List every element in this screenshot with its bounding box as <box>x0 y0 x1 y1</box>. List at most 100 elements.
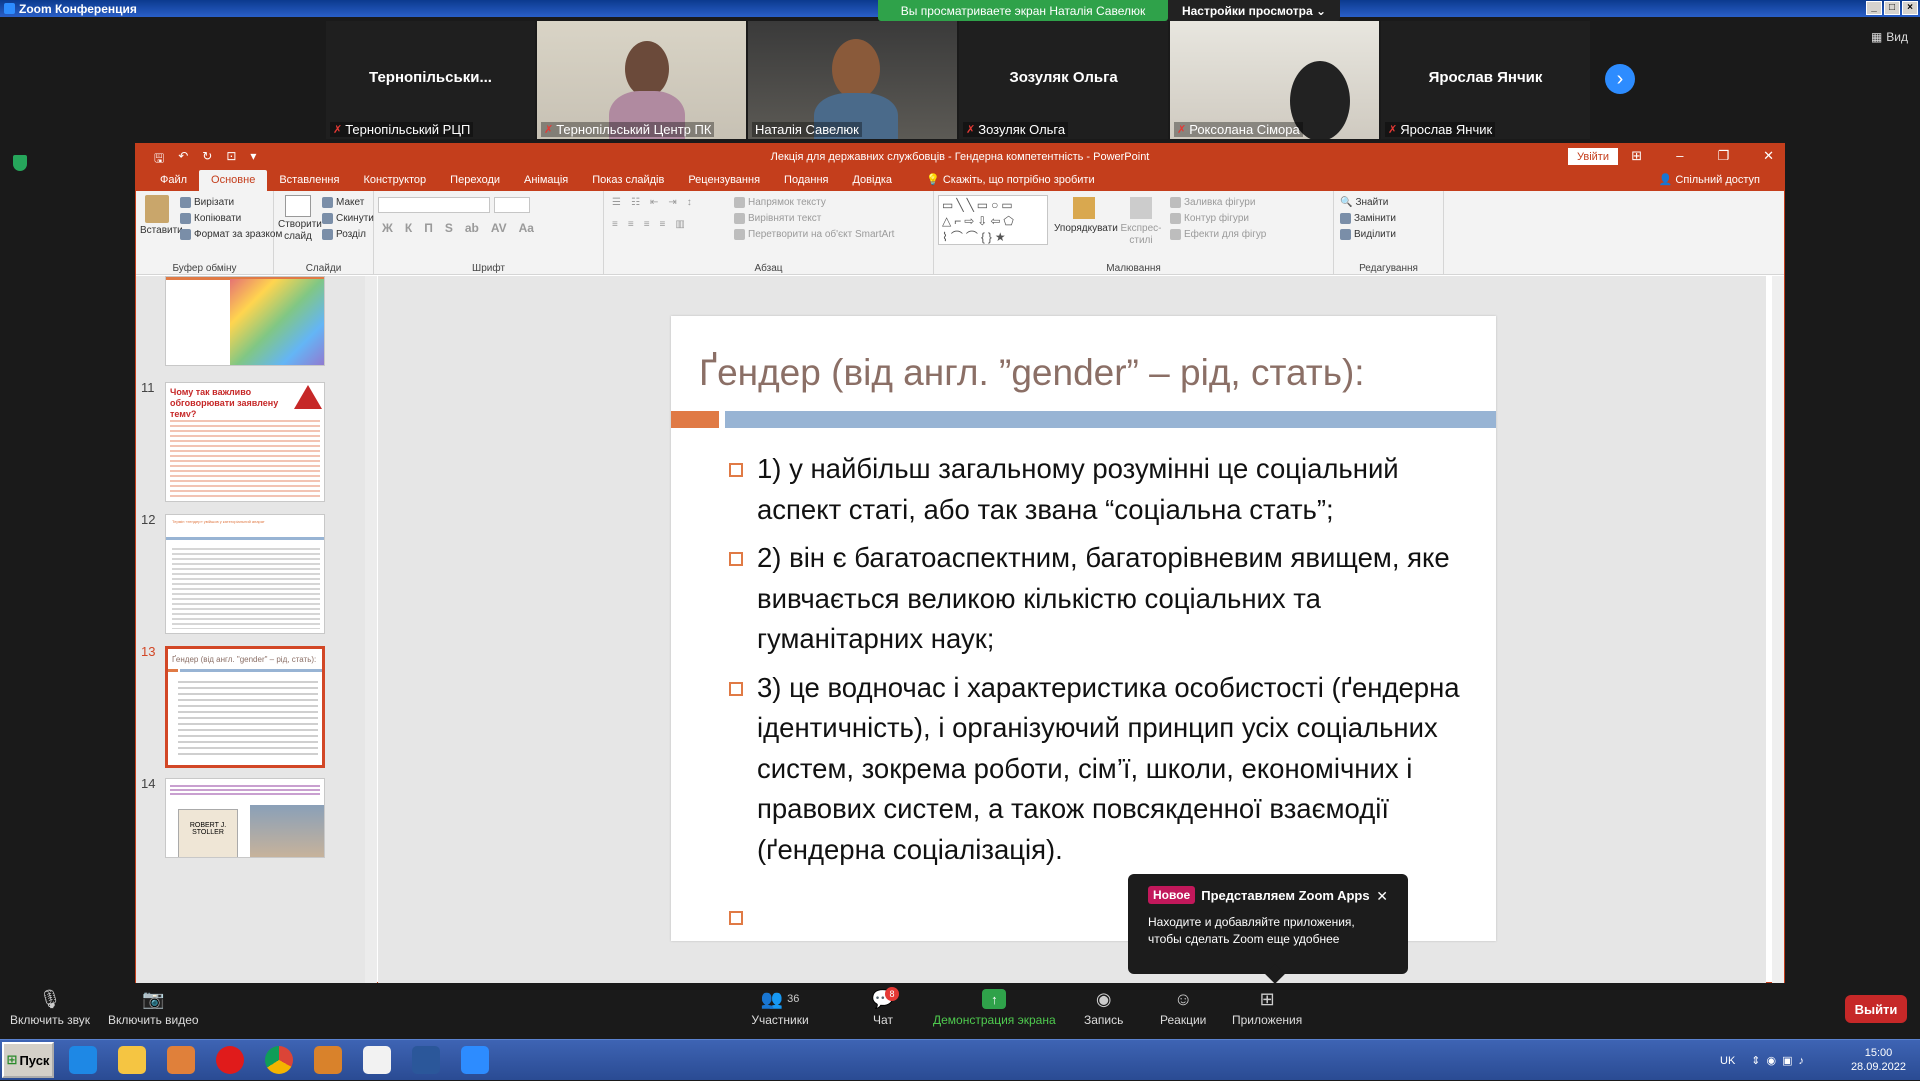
windows-taskbar: ⊞ Пуск UK ⇕◉▣♪ 15:00 28.09.2022 <box>0 1039 1920 1080</box>
chat-button[interactable]: 💬 8 Чат <box>871 987 899 1027</box>
slide-scrollbar[interactable] <box>1772 276 1784 984</box>
minimize-button[interactable]: _ <box>1866 1 1882 15</box>
leave-meeting-button[interactable]: Выйти <box>1845 995 1907 1023</box>
paste-icon <box>145 195 169 223</box>
redo-icon[interactable]: ↻ <box>202 149 212 170</box>
tab-animations[interactable]: Анімація <box>512 170 580 191</box>
find-button[interactable]: 🔍 Знайти <box>1340 197 1388 208</box>
media-player-icon <box>167 1046 195 1074</box>
taskbar-ie[interactable] <box>63 1042 103 1078</box>
taskbar-explorer[interactable] <box>112 1042 152 1078</box>
tab-insert[interactable]: Вставлення <box>267 170 351 191</box>
clock[interactable]: 15:00 28.09.2022 <box>1851 1046 1906 1074</box>
tab-review[interactable]: Рецензування <box>676 170 772 191</box>
taskbar-file[interactable] <box>357 1042 397 1078</box>
undo-icon[interactable]: ↶ <box>178 149 188 170</box>
tab-file[interactable]: Файл <box>148 170 199 191</box>
tab-slideshow[interactable]: Показ слайдів <box>580 170 676 191</box>
thumbnails-scrollbar[interactable] <box>365 276 377 984</box>
next-page-arrow-icon[interactable]: › <box>1605 64 1635 94</box>
slide-thumbnail-10[interactable] <box>165 276 325 366</box>
zoom-logo-icon <box>4 3 15 14</box>
quick-styles-button[interactable]: Експрес-стилі <box>1116 197 1166 247</box>
view-button[interactable]: ▦ Вид <box>1871 30 1908 44</box>
new-slide-button[interactable]: Створити слайд <box>278 195 322 243</box>
slide-bullet-list[interactable]: 1) у найбільш загальному розумінні це со… <box>729 449 1479 878</box>
participant-tile[interactable]: Зозуляк Ольга ✗ Зозуляк Ольга <box>959 21 1168 139</box>
shape-outline-button[interactable]: Контур фігури <box>1170 213 1249 224</box>
reactions-button[interactable]: ☺ Реакции <box>1160 989 1206 1028</box>
slide-thumbnail-12[interactable]: Термін «гендер» увійшов у категоріальний… <box>165 514 325 634</box>
slide-thumbnail-13-selected[interactable]: Ґендер (від англ. "gender" – рід, стать)… <box>165 646 325 768</box>
shapes-gallery[interactable]: ▭╲╲▭○▭ △⌐⇨⇩⇦⬠ ⌇⌒⌒{}★ <box>938 195 1048 245</box>
text-direction-icon <box>734 197 745 208</box>
align-buttons[interactable]: ≡ ≡ ≡ ≡ ▥ <box>612 219 685 230</box>
slide-title[interactable]: Ґендер (від англ. ”gender” – рід, стать)… <box>699 352 1365 394</box>
tab-home[interactable]: Основне <box>199 170 268 191</box>
section-button[interactable]: Розділ <box>322 229 366 240</box>
text-direction-button[interactable]: Напрямок тексту <box>734 197 826 208</box>
customize-qat-icon[interactable]: ▾ <box>250 149 256 170</box>
tab-help[interactable]: Довідка <box>840 170 904 191</box>
view-settings-button[interactable]: Настройки просмотра ⌄ <box>1168 0 1340 21</box>
start-button[interactable]: ⊞ Пуск <box>2 1042 54 1078</box>
close-button[interactable]: × <box>1902 1 1918 15</box>
quick-access-toolbar: 🖫 ↶ ↻ ⊡ ▾ <box>154 149 256 170</box>
slide-thumbnail-11[interactable]: Чому так важливо обговорювати заявлену т… <box>165 382 325 502</box>
unmute-button[interactable]: 🎙 Включить звук <box>10 989 90 1028</box>
select-button[interactable]: Виділити <box>1340 229 1396 240</box>
participant-tile-active[interactable]: Наталія Савелюк <box>748 21 957 139</box>
taskbar-opera[interactable] <box>210 1042 250 1078</box>
maximize-button[interactable]: □ <box>1884 1 1900 15</box>
list-buttons[interactable]: ☰ ☷ ⇤ ⇥ ↕ <box>612 197 692 208</box>
record-button[interactable]: ◉ Запись <box>1084 989 1123 1028</box>
signin-button[interactable]: Увійти <box>1568 148 1618 165</box>
font-size-field[interactable] <box>494 197 530 213</box>
tell-me-search[interactable]: 💡 Скажіть, що потрібно зробити <box>914 169 1107 191</box>
taskbar-app[interactable] <box>308 1042 348 1078</box>
replace-button[interactable]: Замінити <box>1340 213 1396 224</box>
tray-icons[interactable]: ⇕◉▣♪ <box>1751 1054 1810 1067</box>
layout-button[interactable]: Макет <box>322 197 364 208</box>
participant-tile[interactable]: ✗ Тернопільський Центр ПК <box>537 21 746 139</box>
scissors-icon <box>180 197 191 208</box>
arrange-button[interactable]: Упорядкувати <box>1054 197 1118 235</box>
current-slide[interactable]: Ґендер (від англ. ”gender” – рід, стать)… <box>671 316 1496 941</box>
share-screen-button[interactable]: ↑ Демонстрация экрана <box>933 989 1056 1027</box>
tab-design[interactable]: Конструктор <box>351 170 438 191</box>
restore-icon[interactable]: ❐ <box>1717 148 1729 164</box>
copy-button[interactable]: Копіювати <box>180 213 241 224</box>
participant-tile[interactable]: Тернопільськи... ✗ Тернопільський РЦП <box>326 21 535 139</box>
start-slideshow-icon[interactable]: ⊡ <box>226 149 236 170</box>
font-name-field[interactable] <box>378 197 490 213</box>
slide-thumbnail-14[interactable]: ROBERT J. STOLLER <box>165 778 325 858</box>
start-video-button[interactable]: 📷 Включить видео <box>108 989 199 1028</box>
paste-button[interactable]: Вставити <box>140 195 183 237</box>
taskbar-zoom[interactable] <box>455 1042 495 1078</box>
taskbar-media[interactable] <box>161 1042 201 1078</box>
participants-button[interactable]: 👥 36 Участники <box>750 989 810 1028</box>
close-icon[interactable]: ✕ <box>1763 148 1774 164</box>
apps-button[interactable]: ⊞ Приложения <box>1232 989 1302 1028</box>
align-text-button[interactable]: Вирівняти текст <box>734 213 821 224</box>
tab-transitions[interactable]: Переходи <box>438 170 512 191</box>
cut-button[interactable]: Вирізати <box>180 197 234 208</box>
font-format-buttons[interactable]: Ж К П Sab AV Aa <box>382 221 534 235</box>
participant-tile[interactable]: ✗ Роксолана Сімора <box>1170 21 1379 139</box>
language-indicator[interactable]: UK <box>1720 1055 1735 1067</box>
ribbon-display-icon[interactable]: ⊞ <box>1631 148 1642 164</box>
save-icon[interactable]: 🖫 <box>154 149 164 170</box>
reset-button[interactable]: Скинути <box>322 213 374 224</box>
shape-fill-button[interactable]: Заливка фігури <box>1170 197 1255 208</box>
minimize-icon[interactable]: – <box>1676 148 1683 164</box>
format-painter-button[interactable]: Формат за зразком <box>180 229 282 240</box>
smartart-button[interactable]: Перетворити на об'єкт SmartArt <box>734 229 894 240</box>
participant-tile[interactable]: Ярослав Янчик ✗ Ярослав Янчик <box>1381 21 1590 139</box>
taskbar-chrome[interactable] <box>259 1042 299 1078</box>
share-button[interactable]: 👤 Спільний доступ <box>1647 169 1772 191</box>
shape-effects-button[interactable]: Ефекти для фігур <box>1170 229 1266 240</box>
taskbar-word[interactable] <box>406 1042 446 1078</box>
search-icon: 🔍 <box>1340 197 1353 208</box>
tab-view[interactable]: Подання <box>772 170 840 191</box>
close-icon[interactable]: ✕ <box>1376 888 1388 905</box>
